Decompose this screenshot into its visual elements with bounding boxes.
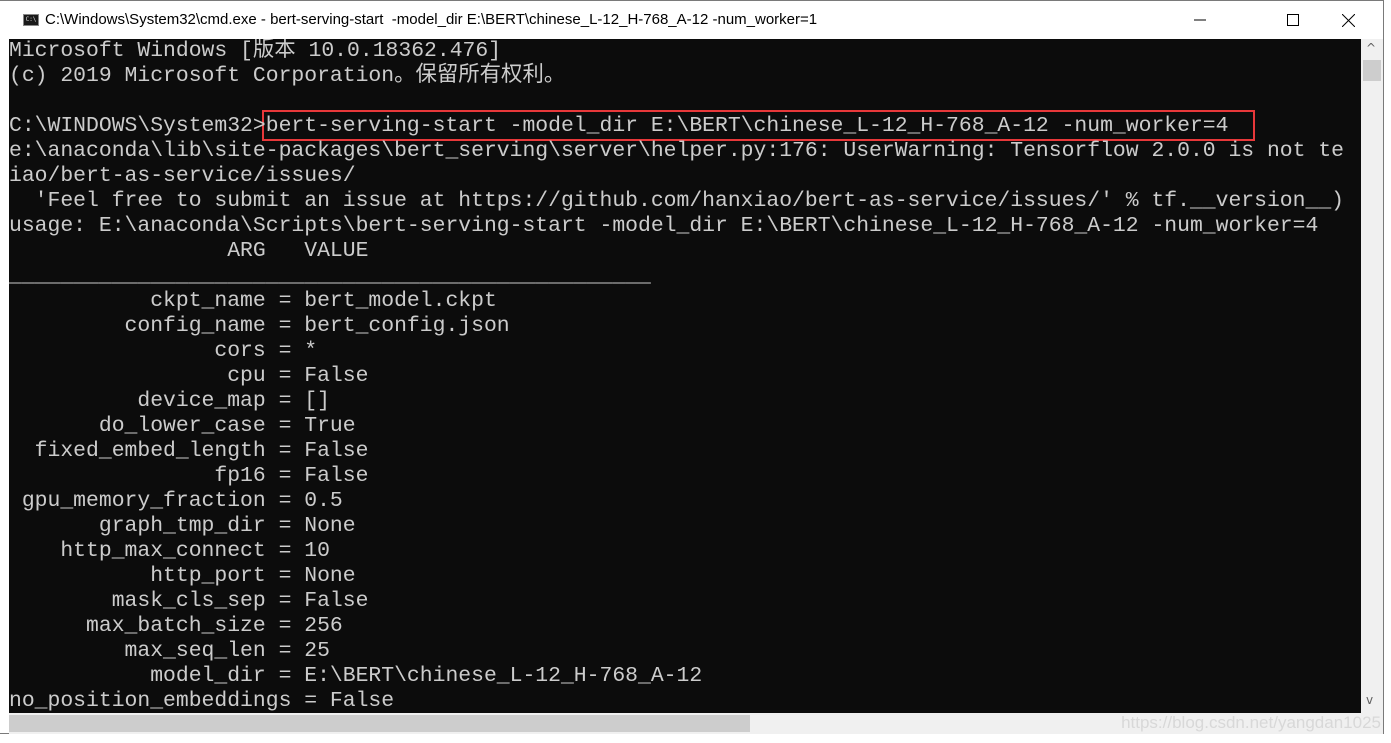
console-line: cors = * [9, 339, 318, 363]
watermark: https://blog.csdn.net/yangdan1025 [1121, 713, 1381, 732]
maximize-icon [1287, 14, 1299, 26]
close-button[interactable] [1325, 2, 1371, 38]
maximize-button[interactable] [1270, 2, 1316, 38]
console-output[interactable]: Microsoft Windows [版本 10.0.18362.476] (c)… [9, 39, 1361, 713]
console-line: do_lower_case = True [9, 414, 356, 438]
vertical-scroll-thumb[interactable] [1363, 60, 1381, 81]
console-line: mask_cls_sep = False [9, 589, 369, 613]
console-line: cpu = False [9, 364, 369, 388]
title-bar[interactable]: C:\ C:\Windows\System32\cmd.exe - bert-s… [9, 2, 1383, 38]
close-icon [1341, 13, 1355, 27]
console-line: (c) 2019 Microsoft Corporation。保留所有权利。 [9, 64, 566, 88]
console-line: max_seq_len = 25 [9, 639, 330, 663]
console-line: usage: E:\anaconda\Scripts\bert-serving-… [9, 214, 1319, 238]
console-line: 'Feel free to submit an issue at https:/… [9, 189, 1344, 213]
console-line: ckpt_name = bert_model.ckpt [9, 289, 497, 313]
vertical-scrollbar[interactable]: ^ v [1361, 39, 1383, 713]
console-line: e:\anaconda\lib\site-packages\bert_servi… [9, 139, 1344, 163]
console-line: ARG VALUE [9, 239, 369, 263]
console-line: no_position_embeddings = False [9, 689, 395, 713]
console-line: iao/bert-as-service/issues/ [9, 164, 356, 188]
console-line: model_dir = E:\BERT\chinese_L-12_H-768_A… [9, 664, 703, 688]
console-line: config_name = bert_config.json [9, 314, 510, 338]
cmd-window: C:\ C:\Windows\System32\cmd.exe - bert-s… [0, 0, 1384, 734]
minimize-button[interactable] [1177, 2, 1223, 38]
scroll-up-icon[interactable]: ^ [1366, 41, 1376, 55]
console-line: http_port = None [9, 564, 356, 588]
horizontal-scroll-thumb[interactable] [9, 715, 750, 732]
console-line: gpu_memory_fraction = 0.5 [9, 489, 343, 513]
cmd-icon: C:\ [23, 14, 39, 26]
console-line: graph_tmp_dir = None [9, 514, 356, 538]
console-line: device_map = [] [9, 389, 330, 413]
console-line: Microsoft Windows [版本 10.0.18362.476] [9, 39, 502, 63]
minimize-icon [1194, 19, 1206, 21]
console-line: C:\WINDOWS\System32>bert-serving-start -… [9, 114, 1229, 138]
console-line: ________________________________________… [9, 264, 651, 288]
scroll-down-icon[interactable]: v [1366, 693, 1373, 707]
console-line: fp16 = False [9, 464, 369, 488]
window-title: C:\Windows\System32\cmd.exe - bert-servi… [45, 11, 818, 28]
console-line: max_batch_size = 256 [9, 614, 343, 638]
console-line: http_max_connect = 10 [9, 539, 330, 563]
console-line: fixed_embed_length = False [9, 439, 369, 463]
